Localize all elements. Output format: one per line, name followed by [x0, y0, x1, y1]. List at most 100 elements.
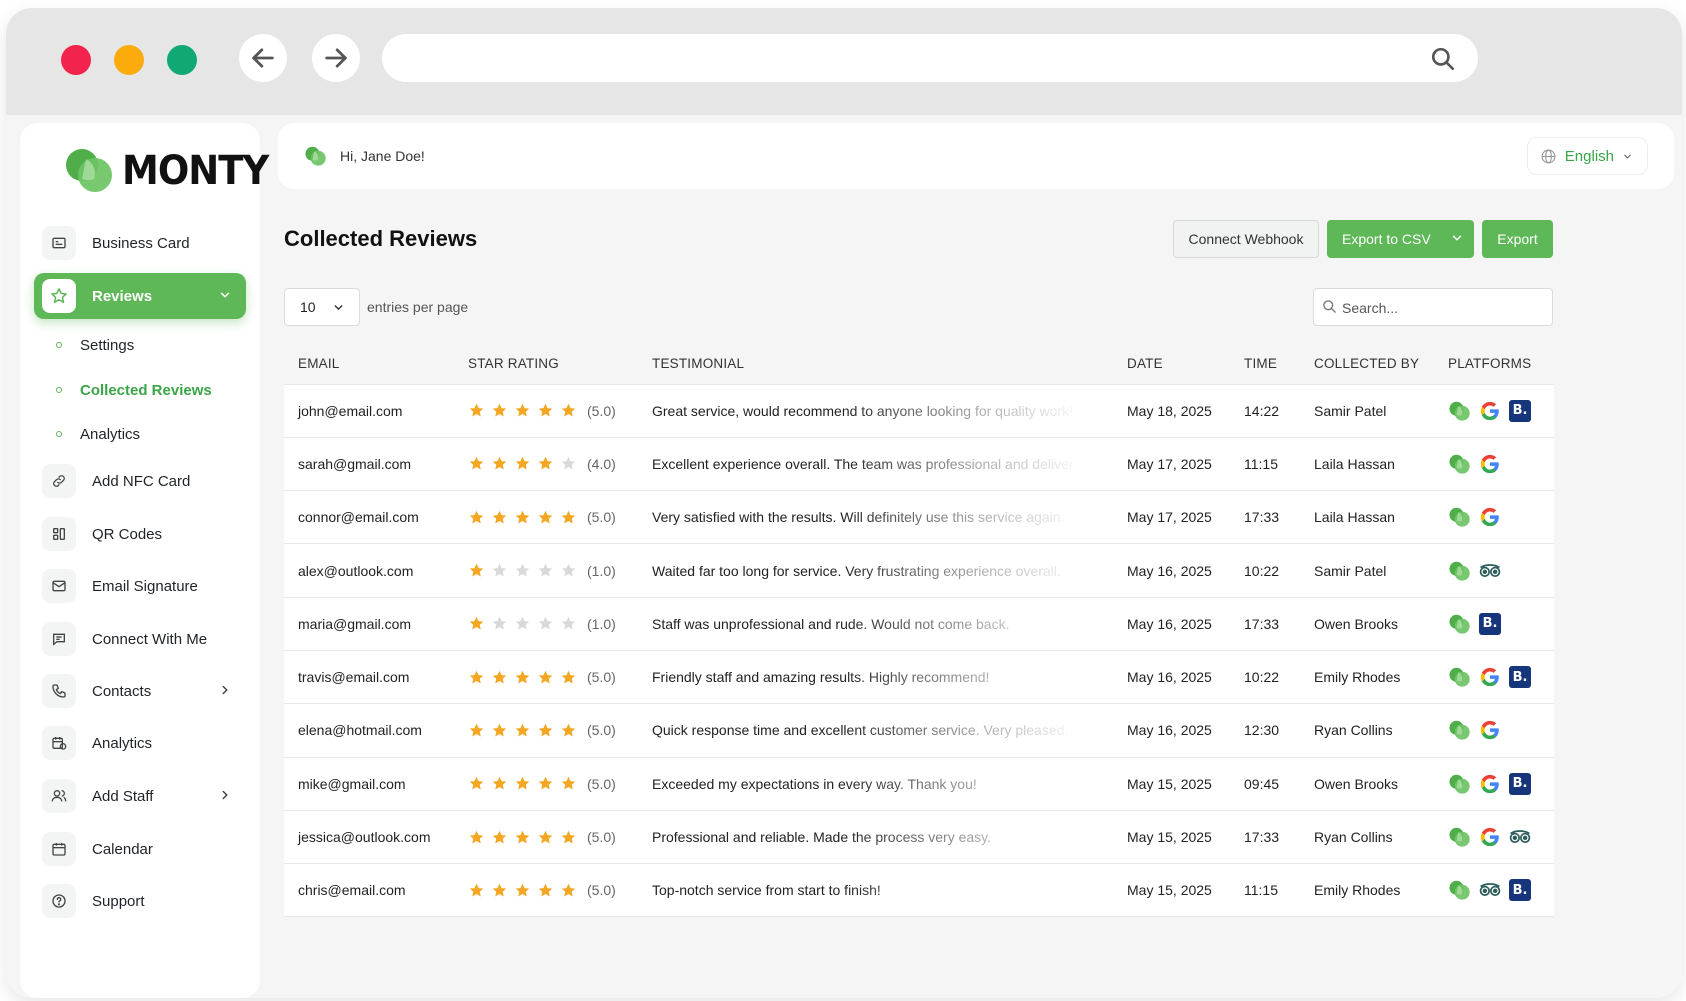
- table-row[interactable]: travis@email.com (5.0) Friendly staff and …: [284, 650, 1554, 705]
- google-icon[interactable]: [1478, 399, 1502, 423]
- google-icon[interactable]: [1478, 452, 1502, 476]
- search-input[interactable]: [1342, 297, 1542, 319]
- cell-platforms: B.: [1434, 863, 1554, 918]
- column-header-time[interactable]: TIME: [1230, 344, 1300, 385]
- tripadvisor-icon[interactable]: [1478, 559, 1502, 583]
- sidebar-item-support[interactable]: Support: [34, 878, 246, 924]
- star-filled-icon: [515, 723, 530, 737]
- sidebar-item-contacts[interactable]: Contacts: [34, 668, 246, 714]
- connect-webhook-button[interactable]: Connect Webhook: [1173, 220, 1319, 258]
- chevron-down-icon[interactable]: [1450, 231, 1464, 245]
- monty-platform-icon[interactable]: [1448, 505, 1472, 529]
- cell-star-rating: (4.0): [454, 437, 638, 492]
- star-rating: (4.0): [468, 455, 638, 472]
- sidebar-item-add-nfc-card[interactable]: Add NFC Card: [34, 458, 246, 504]
- sidebar-item-label: Connect With Me: [92, 630, 208, 648]
- cell-collected-by: Emily Rhodes: [1300, 863, 1434, 918]
- tripadvisor-icon[interactable]: [1508, 825, 1532, 849]
- cell-time: 09:45: [1230, 757, 1300, 811]
- google-icon[interactable]: [1478, 505, 1502, 529]
- table-row[interactable]: alex@outlook.com (1.0) Waited far too long…: [284, 543, 1554, 598]
- column-header-collected-by[interactable]: COLLECTED BY: [1300, 344, 1434, 385]
- monty-platform-icon[interactable]: [1448, 825, 1472, 849]
- monty-platform-icon[interactable]: [1448, 772, 1472, 796]
- monty-platform-icon[interactable]: [1448, 559, 1472, 583]
- bullet-icon: [56, 431, 62, 437]
- user-greeting: Hi, Jane Doe!: [304, 145, 425, 167]
- sidebar-item-email-signature[interactable]: Email Signature: [34, 563, 246, 609]
- cell-collected-by: Laila Hassan: [1300, 490, 1434, 545]
- logo-mark-icon: [305, 146, 326, 166]
- maximize-window-button[interactable]: [167, 45, 197, 75]
- google-icon[interactable]: [1478, 772, 1502, 796]
- booking-icon[interactable]: B.: [1478, 612, 1502, 636]
- column-header-platforms[interactable]: PLATFORMS: [1434, 344, 1554, 385]
- google-icon[interactable]: [1478, 825, 1502, 849]
- google-icon[interactable]: [1478, 718, 1502, 742]
- column-header-star-rating[interactable]: STAR RATING: [454, 344, 638, 385]
- sidebar-item-connect-with-me[interactable]: Connect With Me: [34, 616, 246, 662]
- cell-collected-by: Owen Brooks: [1300, 757, 1434, 811]
- sidebar-subitem-settings[interactable]: Settings: [56, 333, 134, 357]
- sidebar-item-label: Add NFC Card: [92, 472, 191, 490]
- sidebar-item-qr-codes[interactable]: QR Codes: [34, 511, 246, 557]
- monty-logo[interactable]: MONTY: [64, 145, 269, 195]
- rating-value: (5.0): [587, 509, 616, 526]
- entries-per-page-select[interactable]: 10: [284, 288, 360, 326]
- monty-platform-icon[interactable]: [1448, 665, 1472, 689]
- logo-mark-icon: [66, 149, 112, 192]
- booking-icon[interactable]: B.: [1508, 399, 1532, 423]
- booking-icon[interactable]: B.: [1508, 772, 1532, 796]
- monty-platform-icon[interactable]: [1448, 718, 1472, 742]
- booking-icon[interactable]: B.: [1508, 665, 1532, 689]
- sidebar-item-analytics[interactable]: Analytics: [34, 720, 246, 766]
- monty-platform-icon[interactable]: [1448, 452, 1472, 476]
- table-row[interactable]: elena@hotmail.com (5.0) Quick response tim…: [284, 703, 1554, 758]
- address-bar[interactable]: [382, 34, 1478, 82]
- column-header-testimonial[interactable]: TESTIMONIAL: [638, 344, 1113, 385]
- export-csv-button[interactable]: Export to CSV: [1327, 220, 1474, 258]
- export-button[interactable]: Export: [1482, 220, 1553, 258]
- table-row[interactable]: connor@email.com (5.0) Very satisfied with…: [284, 490, 1554, 545]
- cell-email: travis@email.com: [284, 650, 454, 705]
- cell-testimonial: Very satisfied with the results. Will de…: [638, 490, 1113, 545]
- star-rating: (5.0): [468, 509, 638, 526]
- platform-list: [1448, 825, 1554, 849]
- monty-platform-icon[interactable]: [1448, 878, 1472, 902]
- table-row[interactable]: jessica@outlook.com (5.0) Professional and…: [284, 810, 1554, 865]
- sidebar-item-add-staff[interactable]: Add Staff: [34, 773, 246, 819]
- booking-icon[interactable]: B.: [1508, 878, 1532, 902]
- column-header-email[interactable]: EMAIL: [284, 344, 454, 385]
- back-button[interactable]: [239, 34, 287, 82]
- star-filled-icon: [492, 510, 507, 524]
- table-row[interactable]: chris@email.com (5.0) Top-notch service fr…: [284, 863, 1554, 918]
- star-empty-icon: [515, 563, 530, 577]
- star-filled-icon: [469, 723, 484, 737]
- table-row[interactable]: maria@gmail.com (1.0) Staff was unprofessi…: [284, 597, 1554, 651]
- sidebar-item-calendar[interactable]: Calendar: [34, 826, 246, 872]
- sidebar-item-business-card[interactable]: Business Card: [34, 220, 246, 266]
- monty-platform-icon[interactable]: [1448, 612, 1472, 636]
- column-header-date[interactable]: DATE: [1113, 344, 1230, 385]
- tripadvisor-icon[interactable]: [1478, 878, 1502, 902]
- reviews-table-container: EMAIL STAR RATING TESTIMONIAL DATE TIME …: [284, 344, 1554, 998]
- close-window-button[interactable]: [61, 45, 91, 75]
- table-row[interactable]: mike@gmail.com (5.0) Exceeded my expectati…: [284, 757, 1554, 811]
- sidebar-item-reviews[interactable]: Reviews: [34, 273, 246, 319]
- sidebar-subitem-analytics[interactable]: Analytics: [56, 422, 140, 446]
- star-filled-icon: [492, 670, 507, 684]
- table-row[interactable]: sarah@gmail.com (4.0) Excellent experience…: [284, 437, 1554, 492]
- language-selector[interactable]: English: [1526, 137, 1648, 175]
- table-row[interactable]: john@email.com (5.0) Great service, would …: [284, 384, 1554, 438]
- sidebar-subitem-label: Analytics: [80, 425, 141, 443]
- rating-value: (5.0): [587, 402, 616, 419]
- search-icon[interactable]: [1430, 46, 1456, 72]
- sidebar-subitem-collected-reviews[interactable]: Collected Reviews: [56, 378, 212, 402]
- minimize-window-button[interactable]: [114, 45, 144, 75]
- monty-platform-icon[interactable]: [1448, 399, 1472, 423]
- forward-button[interactable]: [312, 34, 360, 82]
- link-icon: [42, 464, 76, 498]
- star-filled-icon: [538, 457, 553, 470]
- google-icon[interactable]: [1478, 665, 1502, 689]
- star-filled-icon: [492, 403, 507, 417]
